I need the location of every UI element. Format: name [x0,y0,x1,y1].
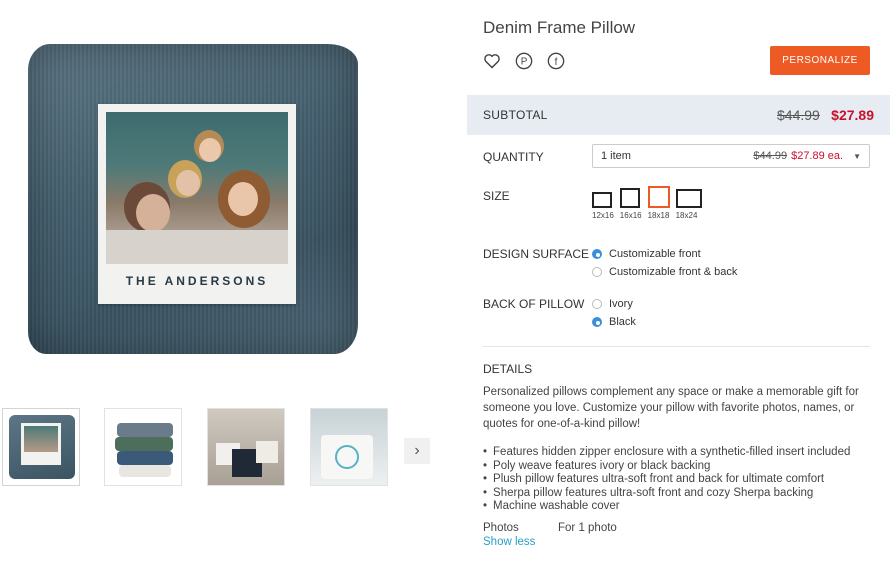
list-item: Features hidden zipper enclosure with a … [483,446,873,460]
product-image-area: THE ANDERSONS [0,0,445,390]
size-label: SIZE [483,189,510,203]
thumbnail-3[interactable] [207,408,285,486]
photo-caption: THE ANDERSONS [125,274,269,288]
quantity-select[interactable]: 1 item $44.99 $27.89 ea. ▼ [592,144,870,168]
list-item: Machine washable cover [483,500,873,514]
size-options: 12x16 16x16 18x18 18x24 [592,186,702,220]
family-photo [106,112,288,264]
size-option-12x16[interactable]: 12x16 [592,186,614,220]
details-heading: DETAILS [483,362,533,376]
personalize-button[interactable]: PERSONALIZE [770,46,870,75]
size-swatch [592,192,612,208]
size-swatch [675,189,702,208]
photos-value: For 1 photo [558,522,617,534]
subtotal-label: SUBTOTAL [483,108,548,122]
quantity-old-price: $44.99 [753,150,788,162]
size-option-18x24[interactable]: 18x24 [675,186,702,220]
photos-label: Photos [483,522,519,534]
divider [483,346,870,347]
design-surface-options: Customizable front Customizable front & … [592,245,737,281]
radio-label: Black [609,316,636,328]
quantity-value: 1 item [601,150,631,162]
details-description: Personalized pillows complement any spac… [483,386,859,430]
size-option-label: 16x16 [619,211,642,220]
list-item: Sherpa pillow features ultra-soft front … [483,487,873,501]
social-actions: P f [483,52,565,70]
svg-text:P: P [521,57,528,68]
heart-icon[interactable] [483,52,501,70]
photo-frame: THE ANDERSONS [98,104,296,304]
pillow-image[interactable]: THE ANDERSONS [28,44,358,354]
subtotal-sale-price: $27.89 [831,107,874,123]
pinterest-icon[interactable]: P [515,52,533,70]
facebook-icon[interactable]: f [547,52,565,70]
list-item: Poly weave features ivory or black backi… [483,460,873,474]
back-of-pillow-options: Ivory Black [592,295,636,331]
quantity-label: QUANTITY [483,150,544,164]
size-option-18x18[interactable]: 18x18 [647,186,670,220]
thumbnail-strip: › [0,408,445,490]
radio-button[interactable] [592,299,602,309]
caret-down-icon: ▼ [853,151,861,161]
chevron-right-icon: › [414,442,420,459]
radio-label: Customizable front & back [609,266,738,278]
thumbnail-1[interactable] [2,408,80,486]
svg-text:f: f [555,57,558,68]
subtotal-bar: SUBTOTAL $44.99 $27.89 [467,95,890,135]
subtotal-old-price: $44.99 [777,107,820,123]
thumbnails-next-button[interactable]: › [404,438,430,464]
design-surface-option-front-back[interactable]: Customizable front & back [592,263,737,281]
design-surface-label: DESIGN SURFACE [483,247,590,261]
product-title: Denim Frame Pillow [483,18,636,37]
product-info: Denim Frame Pillow P f PERSONALIZE SUBTO… [467,0,890,567]
back-option-ivory[interactable]: Ivory [592,295,636,313]
radio-button[interactable] [592,267,602,277]
thumbnail-4[interactable] [310,408,388,486]
quantity-sale-price: $27.89 ea. [791,150,844,162]
radio-button[interactable] [592,249,602,259]
subtotal-prices: $44.99 $27.89 [777,107,874,123]
radio-label: Customizable front [609,248,701,260]
radio-label: Ivory [609,298,633,310]
thumbnail-2[interactable] [104,408,182,486]
size-swatch [647,186,670,208]
show-less-link[interactable]: Show less [483,536,535,548]
size-option-label: 18x24 [675,211,698,220]
photos-spec: Photos For 1 photo [483,522,617,534]
size-option-label: 18x18 [647,211,670,220]
list-item: Plush pillow features ultra-soft front a… [483,473,873,487]
size-option-16x16[interactable]: 16x16 [619,186,642,220]
back-of-pillow-label: BACK OF PILLOW [483,297,585,311]
size-swatch [619,188,640,208]
details-bullets: Features hidden zipper enclosure with a … [483,446,873,514]
design-surface-option-front[interactable]: Customizable front [592,245,737,263]
back-option-black[interactable]: Black [592,313,636,331]
size-option-label: 12x16 [592,211,614,220]
radio-button[interactable] [592,317,602,327]
